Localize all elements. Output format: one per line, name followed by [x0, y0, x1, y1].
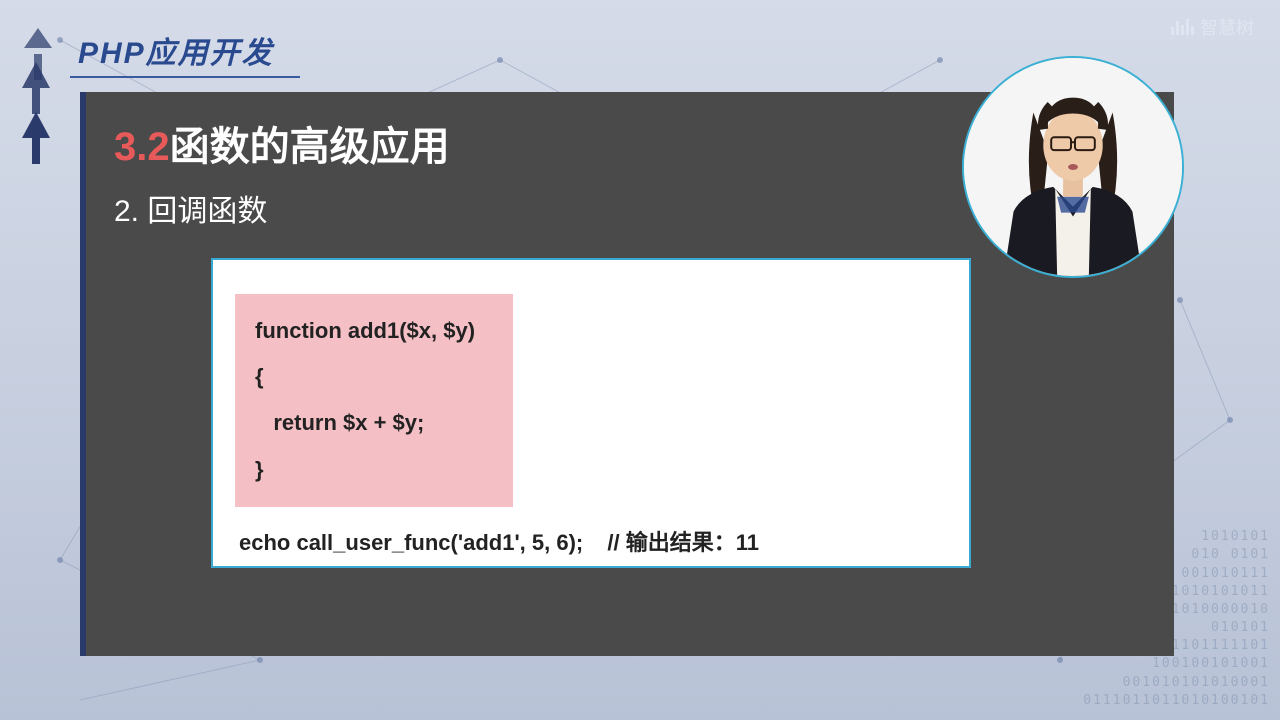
code-echo-call: echo call_user_func('add1', 5, 6);	[239, 530, 583, 555]
watermark: 智慧树	[1171, 14, 1254, 40]
section-number: 3.2	[114, 125, 170, 169]
course-title: PHP应用开发	[78, 28, 300, 78]
decorative-arrows	[22, 28, 50, 144]
section-heading: 函数的高级应用	[170, 125, 450, 169]
code-line: function add1($x, $y)	[255, 308, 493, 354]
code-line: }	[255, 447, 493, 493]
code-call-line: echo call_user_func('add1', 5, 6); // 输出…	[235, 507, 947, 557]
code-comment: // 输出结果：11	[589, 530, 759, 555]
watermark-bars-icon	[1171, 19, 1194, 35]
code-function-definition: function add1($x, $y) { return $x + $y; …	[235, 294, 513, 507]
presenter-avatar	[962, 56, 1184, 278]
code-box: function add1($x, $y) { return $x + $y; …	[211, 258, 971, 568]
code-line: {	[255, 354, 493, 400]
code-line: return $x + $y;	[255, 400, 493, 446]
watermark-text: 智慧树	[1200, 14, 1254, 40]
